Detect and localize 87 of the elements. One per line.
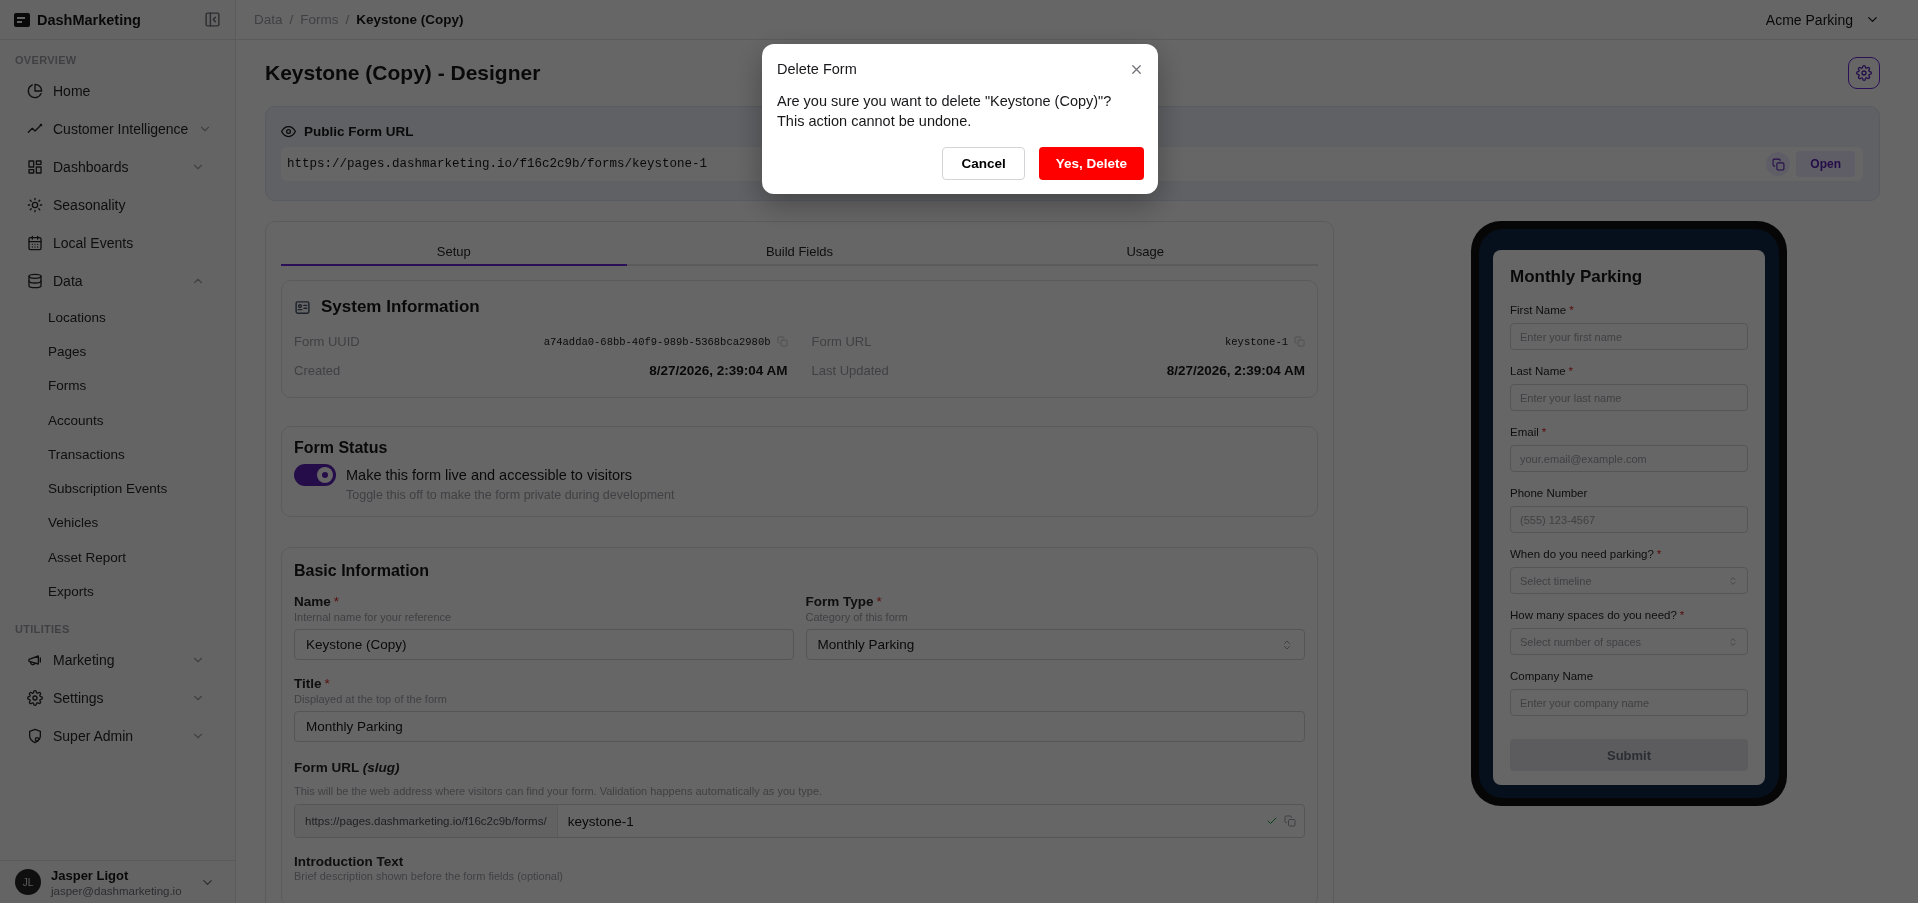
info-value: 8/27/2026, 2:39:04 AM [1166,363,1305,378]
required-mark: * [333,594,340,609]
settings-icon [27,689,43,706]
id-card-icon [294,298,311,316]
logo-icon [14,12,30,27]
delete-button[interactable]: Yes, Delete [1038,147,1144,180]
panel-label: Public Form URL [304,123,414,139]
dialog-message: Are you sure you want to delete "Keystone (Copy)"? This action cannot be undone. [777,92,1113,131]
sun-icon [27,197,43,213]
chevron-updown-icon [1281,638,1293,651]
nav-subitem[interactable]: Vehicles [0,505,235,541]
user-avatar: JL [15,869,41,895]
field-label: Phone Number [1510,487,1588,499]
slug-field[interactable]: https://pages.dashmarketing.io/f16c2c9b/forms/ keystone-1 [294,804,1305,838]
field-label: Title [294,676,322,691]
field-label: First Name [1510,304,1567,316]
input-field[interactable]: Monthly Parking [294,711,1305,742]
card-title: Basic Information [294,562,431,580]
required-mark: * [1569,304,1574,316]
toggle-label: Make this form live and accessible to visitors [346,466,634,485]
required-mark: * [1656,548,1662,560]
nav-item[interactable]: Local Events [0,224,235,262]
calendar-icon [27,235,43,251]
home-pie-chart-icon [27,83,43,99]
settings-icon [1856,65,1872,81]
nav-item[interactable]: Settings [0,678,235,717]
page-title: Keystone (Copy) - Designer [265,61,541,85]
nav-subitem[interactable]: Locations [0,300,235,335]
dialog-title: Delete Form [777,61,857,77]
field-label: Last Name [1510,365,1566,377]
form-title: Monthly Parking [1510,267,1644,287]
nav-subitem[interactable]: Exports [0,574,235,609]
database-icon [27,273,43,289]
breadcrumb-current: Keystone (Copy) [356,12,464,27]
sidebar-collapse-button[interactable] [204,11,221,28]
nav-item[interactable]: Seasonality [0,186,235,224]
nav-item[interactable]: Super Admin [0,716,235,755]
nav-item[interactable]: Customer Intelligence [0,110,235,148]
settings-button[interactable] [1848,57,1880,89]
card-title: Form Status [294,439,389,457]
field-label: Name [294,594,331,609]
sidebar-panel-icon [204,11,221,28]
brand-name: DashMarketing [37,11,142,28]
nav-subitem[interactable]: Forms [0,368,235,403]
user-name: Jasper Ligot [51,867,130,883]
nav-subitem[interactable]: Accounts [0,402,235,438]
breadcrumb-separator: / [345,12,350,27]
info-value: a74adda0-68bb-40f9-989b-5368bca2980b [543,335,771,348]
account-switcher[interactable]: Acme Parking [1765,11,1894,28]
nav-item[interactable]: Dashboards [0,148,235,186]
nav-item[interactable]: Marketing [0,640,235,679]
field-label: Form URL (slug) [294,760,401,775]
tab[interactable]: Setup [281,238,627,266]
copy-button[interactable] [1766,152,1791,176]
shield-icon [27,727,43,744]
input-field[interactable]: Keystone (Copy) [294,629,794,660]
nav-item[interactable]: Home [0,72,235,110]
info-value: keystone-1 [1225,335,1288,348]
field-label: Introduction Text [294,854,405,869]
live-toggle[interactable] [294,464,336,486]
select-field[interactable]: Monthly Parking [805,629,1305,660]
nav-subitem[interactable]: Pages [0,334,235,369]
field-label: When do you need parking? [1510,548,1654,560]
required-mark: * [1679,609,1685,621]
card-title: System Information [321,297,480,317]
open-button[interactable]: Open [1796,151,1855,177]
copy-icon [1771,157,1785,171]
tab[interactable]: Build Fields [626,238,973,266]
field-label: How many spaces do you need? [1510,609,1677,621]
nav-subitem[interactable]: Asset Report [0,540,235,575]
field-label: Company Name [1510,670,1594,682]
info-value: 8/27/2026, 2:39:04 AM [649,363,788,378]
cancel-button[interactable]: Cancel [942,147,1025,180]
nav-subitem[interactable]: Transactions [0,437,235,472]
required-mark: * [1568,365,1574,377]
tab[interactable]: Usage [972,238,1318,266]
eye-icon [281,123,296,139]
required-mark: * [1541,426,1547,438]
field-label: Form Type [805,594,874,609]
copy-icon [1284,815,1296,827]
dashboard-grid-icon [27,159,43,175]
breadcrumb-separator: / [289,12,294,27]
nav-item[interactable]: Data [0,262,235,300]
field-label: Email [1510,426,1539,438]
required-mark: * [876,594,882,609]
required-mark: * [324,676,330,691]
nav-subitem[interactable]: Subscription Events [0,471,235,506]
